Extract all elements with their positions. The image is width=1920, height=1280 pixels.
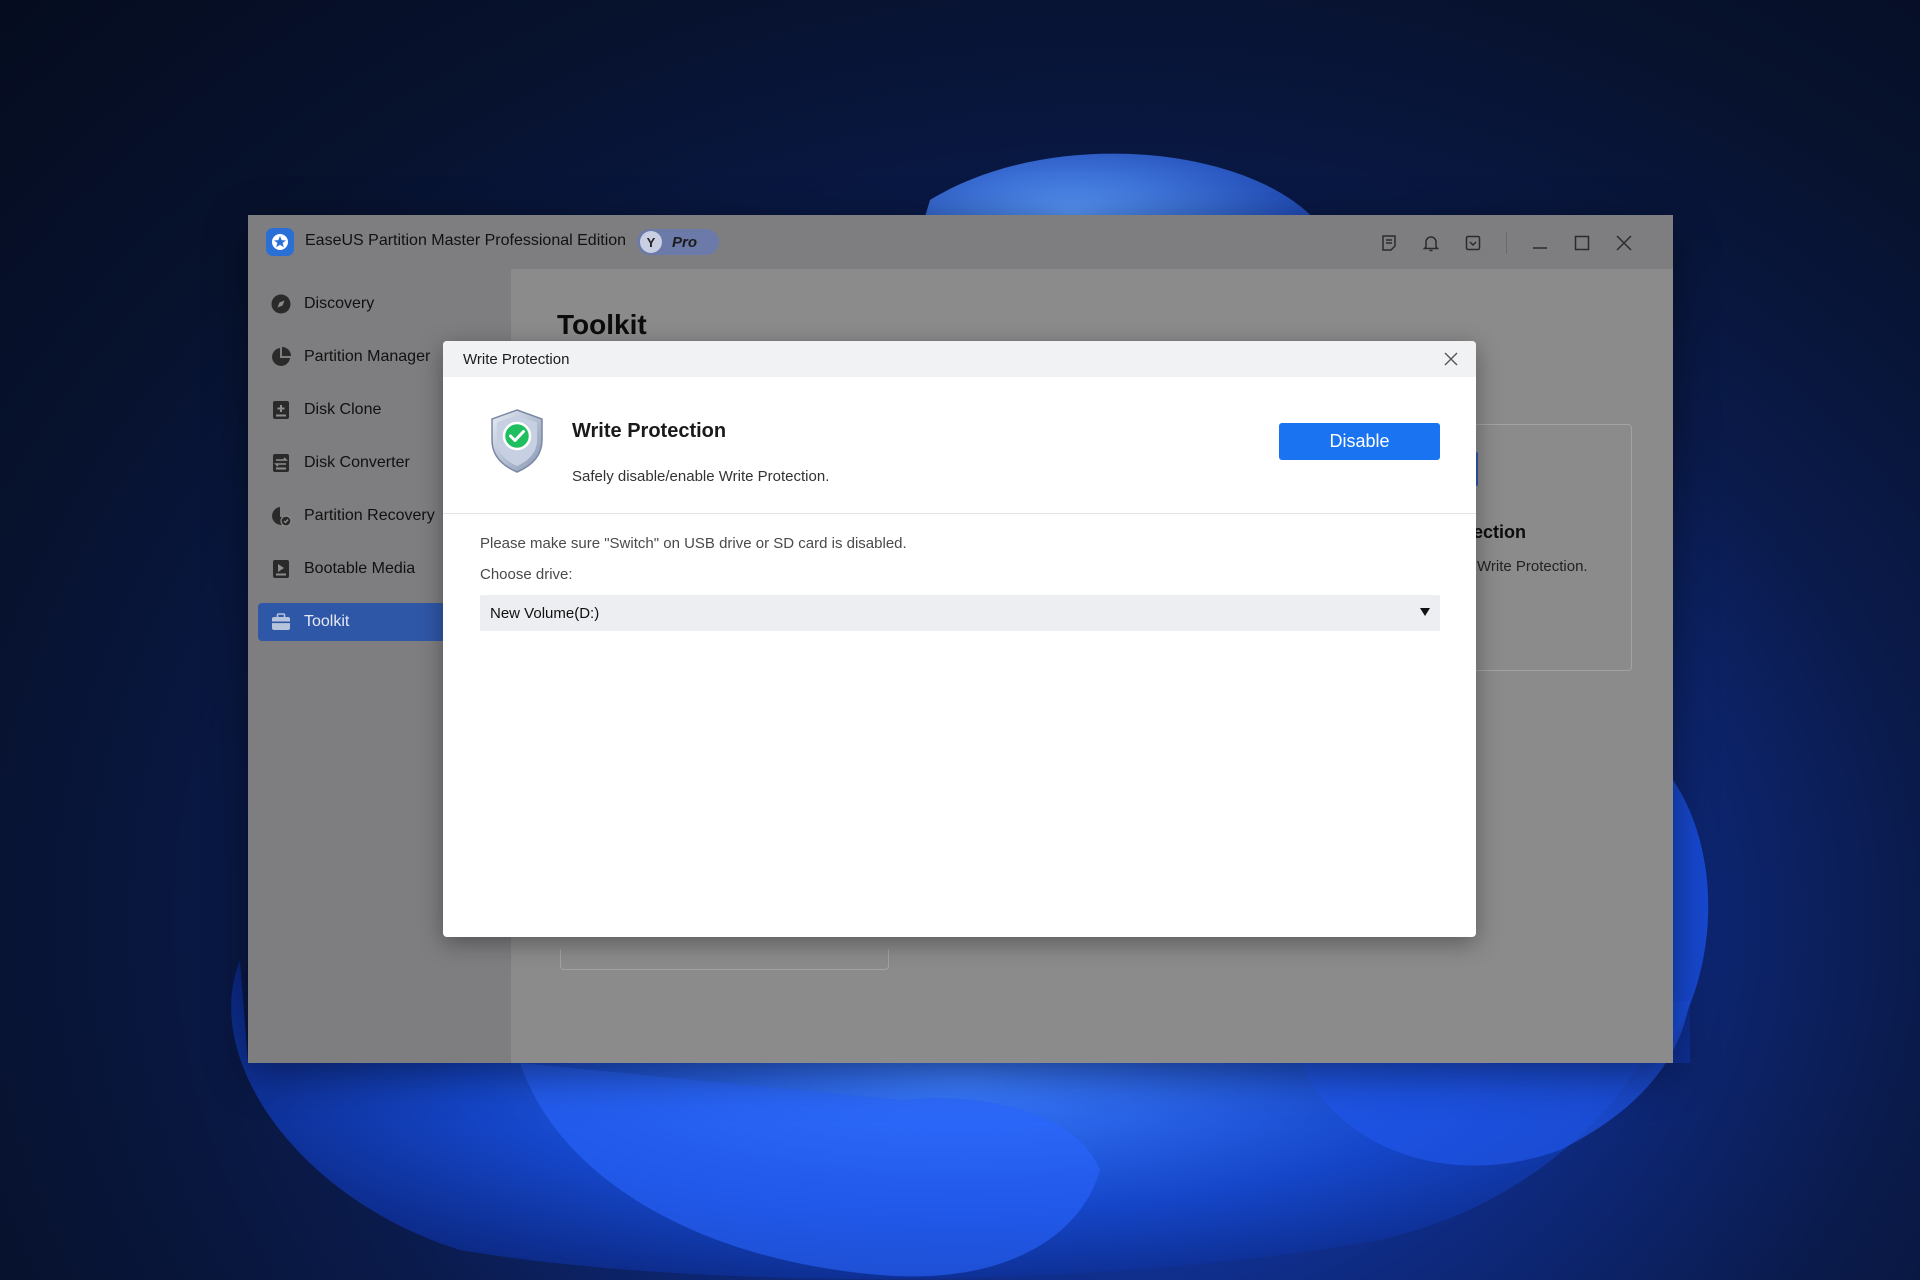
minimize-icon[interactable] <box>1519 229 1561 257</box>
title-bar-separator <box>1506 232 1507 254</box>
badge-label: Pro <box>672 233 698 251</box>
usb-switch-note: Please make sure "Switch" on USB drive o… <box>480 535 907 552</box>
drive-select[interactable]: New Volume(D:) <box>480 595 1440 631</box>
sidebar-item-label: Bootable Media <box>304 560 416 577</box>
sidebar-item-label: Toolkit <box>304 613 350 630</box>
dialog-title: Write Protection <box>463 351 570 368</box>
badge-letter: Y <box>640 231 662 253</box>
partition-recovery-icon <box>270 505 292 527</box>
menu-dropdown-icon[interactable] <box>1452 229 1494 257</box>
compass-icon <box>270 293 292 315</box>
app-logo-icon <box>266 228 294 256</box>
bell-icon[interactable] <box>1410 229 1452 257</box>
title-bar-actions <box>1368 229 1645 257</box>
app-title: EaseUS Partition Master Professional Edi… <box>305 232 627 249</box>
tool-card-bottom[interactable] <box>560 949 889 970</box>
sidebar-item-label: Partition Recovery <box>304 507 435 524</box>
sidebar-item-label: Disk Clone <box>304 401 382 418</box>
title-bar: EaseUS Partition Master Professional Edi… <box>248 215 1673 269</box>
close-window-icon[interactable] <box>1603 229 1645 257</box>
sidebar-item-label: Partition Manager <box>304 348 431 365</box>
pie-chart-icon <box>270 346 292 368</box>
feature-title: Write Protection <box>572 420 727 442</box>
divider <box>443 513 1476 514</box>
bootable-media-icon <box>270 558 292 580</box>
tool-card[interactable] <box>1471 424 1632 671</box>
selected-drive: New Volume(D:) <box>490 604 600 622</box>
sidebar-item-discovery[interactable]: Discovery <box>258 285 506 323</box>
dialog-header: Write Protection <box>443 341 1476 377</box>
disable-button[interactable]: Disable <box>1279 423 1440 460</box>
sidebar-item-label: Discovery <box>304 295 375 312</box>
maximize-icon[interactable] <box>1561 229 1603 257</box>
page-title: Toolkit <box>557 309 647 340</box>
shield-check-icon <box>489 408 545 474</box>
chevron-down-icon <box>1420 608 1430 616</box>
sidebar-item-label: Disk Converter <box>304 454 410 471</box>
feature-description: Safely disable/enable Write Protection. <box>572 468 830 485</box>
disk-converter-icon <box>270 452 292 474</box>
choose-drive-label: Choose drive: <box>480 566 573 583</box>
dialog-close-icon[interactable] <box>1442 350 1460 368</box>
feedback-icon[interactable] <box>1368 229 1410 257</box>
pro-badge[interactable]: Y Pro <box>637 229 719 255</box>
write-protection-dialog: Write Protection Write Protection Safely… <box>443 341 1476 937</box>
tool-card-title: ection <box>1473 522 1527 542</box>
tool-card-desc: Write Protection. <box>1477 558 1588 575</box>
disk-clone-icon <box>270 399 292 421</box>
toolbox-icon <box>270 611 292 633</box>
